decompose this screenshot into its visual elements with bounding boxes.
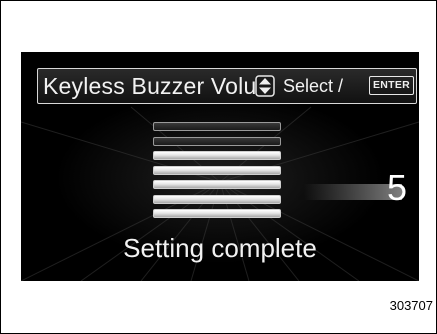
setting-title: Keyless Buzzer Volume bbox=[43, 73, 255, 99]
level-segment bbox=[153, 136, 281, 146]
level-segment bbox=[153, 194, 281, 204]
level-segment bbox=[153, 151, 281, 160]
level-segment bbox=[153, 165, 281, 175]
display-screen: Keyless Buzzer Volume Select / ENTER 5 S… bbox=[21, 52, 419, 281]
volume-level-indicator bbox=[153, 122, 281, 224]
figure-frame: Keyless Buzzer Volume Select / ENTER 5 S… bbox=[0, 0, 437, 334]
level-segment bbox=[153, 209, 281, 218]
up-down-arrow-icon bbox=[255, 75, 275, 97]
level-segment bbox=[153, 180, 281, 189]
enter-button[interactable]: ENTER bbox=[369, 76, 414, 95]
select-label: Select / bbox=[283, 76, 344, 96]
figure-id: 303707 bbox=[389, 298, 433, 313]
status-message: Setting complete bbox=[123, 233, 317, 263]
volume-value: 5 bbox=[386, 167, 408, 208]
level-segment bbox=[153, 122, 281, 131]
